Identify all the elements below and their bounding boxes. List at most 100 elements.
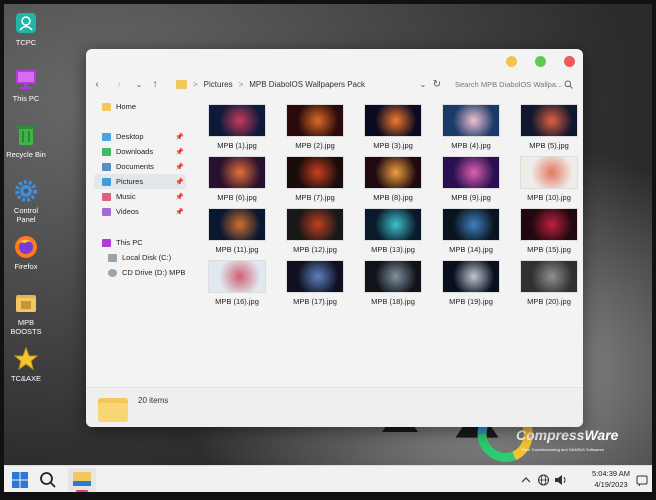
- desktop-icon-tcpc[interactable]: TCPC: [6, 10, 46, 47]
- image-thumbnail: [208, 260, 266, 293]
- image-thumbnail: [442, 260, 500, 293]
- file-item[interactable]: MPB (7).jpg: [276, 156, 354, 202]
- minimize-button[interactable]: [506, 56, 517, 67]
- title-bar[interactable]: [86, 49, 583, 73]
- image-thumbnail: [208, 104, 266, 137]
- maximize-button[interactable]: [535, 56, 546, 67]
- monitor-icon: [16, 70, 36, 89]
- breadcrumb-item-current[interactable]: MPB DiabolOS Wallpapers Pack: [249, 80, 365, 89]
- notification-icon[interactable]: [636, 470, 648, 490]
- history-dropdown-button[interactable]: ⌄: [132, 80, 146, 89]
- sidebar-item-local-disk[interactable]: Local Disk (C:): [94, 250, 186, 265]
- image-thumbnail: [442, 104, 500, 137]
- forward-button[interactable]: ›: [112, 79, 126, 90]
- file-item[interactable]: MPB (12).jpg: [276, 208, 354, 254]
- file-item[interactable]: MPB (8).jpg: [354, 156, 432, 202]
- show-hidden-icons-icon[interactable]: [520, 470, 532, 490]
- file-item[interactable]: MPB (11).jpg: [198, 208, 276, 254]
- file-name: MPB (16).jpg: [215, 297, 259, 306]
- image-thumbnail: [286, 156, 344, 189]
- pin-icon: 📌: [175, 163, 184, 171]
- refresh-button[interactable]: ↻: [430, 79, 444, 90]
- pictures-icon: [102, 177, 111, 186]
- sidebar-item-cd-drive[interactable]: CD Drive (D:) MPB: [94, 265, 186, 280]
- volume-icon[interactable]: [554, 470, 567, 490]
- sidebar-item-videos[interactable]: Videos 📌: [94, 204, 186, 219]
- system-clock[interactable]: 5:04:39 AM 4/19/2023: [584, 468, 638, 490]
- file-item[interactable]: MPB (9).jpg: [432, 156, 510, 202]
- file-item[interactable]: MPB (2).jpg: [276, 104, 354, 150]
- file-grid: MPB (1).jpg MPB (2).jpg MPB (3).jpg MPB (4)…: [198, 104, 578, 306]
- sidebar-item-label: Music: [116, 192, 136, 201]
- desktop-icon-label: MPB BOOSTS: [10, 318, 42, 336]
- breadcrumb-separator: >: [193, 79, 198, 89]
- image-thumbnail: [208, 156, 266, 189]
- sidebar-item-desktop[interactable]: Desktop 📌: [94, 129, 186, 144]
- file-name: MPB (5).jpg: [529, 141, 569, 150]
- search-input[interactable]: Search MPB DiabolOS Wallpa...: [455, 80, 562, 89]
- file-item[interactable]: MPB (18).jpg: [354, 260, 432, 306]
- file-name: MPB (6).jpg: [217, 193, 257, 202]
- breadcrumb-separator: >: [238, 79, 244, 89]
- desktop-icon-mpb-boosts[interactable]: MPB BOOSTS: [6, 290, 46, 336]
- sidebar-item-documents[interactable]: Documents 📌: [94, 159, 186, 174]
- search-icon[interactable]: [38, 470, 58, 490]
- desktop-icon-control-panel[interactable]: Control Panel: [6, 178, 46, 224]
- pin-icon: 📌: [175, 178, 184, 186]
- file-explorer-icon: [73, 472, 91, 486]
- sidebar-item-label: Videos: [116, 207, 139, 216]
- image-thumbnail: [520, 208, 578, 241]
- desktop-icon-recycle-bin[interactable]: Recycle Bin: [6, 122, 46, 159]
- file-item[interactable]: MPB (5).jpg: [510, 104, 583, 150]
- taskbar-file-explorer[interactable]: [68, 468, 96, 492]
- file-item[interactable]: MPB (6).jpg: [198, 156, 276, 202]
- desktop-icon-label: Control Panel: [13, 206, 39, 224]
- file-item[interactable]: MPB (4).jpg: [432, 104, 510, 150]
- documents-icon: [102, 162, 111, 171]
- file-item[interactable]: MPB (1).jpg: [198, 104, 276, 150]
- sidebar-item-pictures[interactable]: Pictures 📌: [94, 174, 186, 189]
- file-item[interactable]: MPB (3).jpg: [354, 104, 432, 150]
- image-thumbnail: [286, 260, 344, 293]
- file-name: MPB (9).jpg: [451, 193, 491, 202]
- breadcrumb[interactable]: > Pictures > MPB DiabolOS Wallpapers Pac…: [176, 79, 365, 89]
- up-button[interactable]: ↑: [148, 79, 162, 90]
- pin-icon: 📌: [175, 208, 184, 216]
- file-item[interactable]: MPB (20).jpg: [510, 260, 583, 306]
- desktop-icon-label: TC&AXE: [10, 374, 41, 383]
- image-thumbnail: [442, 208, 500, 241]
- file-item[interactable]: MPB (15).jpg: [510, 208, 583, 254]
- sidebar-item-home[interactable]: Home: [94, 99, 186, 114]
- file-item[interactable]: MPB (14).jpg: [432, 208, 510, 254]
- file-name: MPB (20).jpg: [527, 297, 571, 306]
- pin-icon: 📌: [175, 133, 184, 141]
- desktop-icon-firefox[interactable]: Firefox: [6, 234, 46, 271]
- sidebar-item-music[interactable]: Music 📌: [94, 189, 186, 204]
- file-name: MPB (4).jpg: [451, 141, 491, 150]
- breadcrumb-item-pictures[interactable]: Pictures: [204, 80, 233, 89]
- taskbar: 5:04:39 AM 4/19/2023: [4, 465, 652, 492]
- monitor-icon: [102, 238, 111, 247]
- folder-icon: [98, 398, 128, 422]
- file-name: MPB (14).jpg: [449, 245, 493, 254]
- search-box[interactable]: Search MPB DiabolOS Wallpa...: [455, 76, 573, 92]
- sidebar-item-label: Documents: [116, 162, 154, 171]
- file-item[interactable]: MPB (17).jpg: [276, 260, 354, 306]
- network-icon[interactable]: [537, 470, 550, 490]
- back-button[interactable]: ‹: [90, 79, 104, 90]
- sidebar-item-this-pc[interactable]: This PC: [94, 235, 186, 250]
- address-dropdown-button[interactable]: ⌄: [416, 80, 430, 89]
- sidebar-item-label: CD Drive (D:) MPB: [122, 268, 186, 277]
- close-button[interactable]: [564, 56, 575, 67]
- file-item[interactable]: MPB (19).jpg: [432, 260, 510, 306]
- image-thumbnail: [364, 208, 422, 241]
- file-name: MPB (1).jpg: [217, 141, 257, 150]
- start-button-icon[interactable]: [10, 470, 30, 490]
- desktop-icon-tc-axe[interactable]: TC&AXE: [6, 346, 46, 383]
- desktop-icon-label: This PC: [12, 94, 40, 103]
- file-item[interactable]: MPB (16).jpg: [198, 260, 276, 306]
- file-item[interactable]: MPB (10).jpg: [510, 156, 583, 202]
- desktop-icon-this-pc[interactable]: This PC: [6, 66, 46, 103]
- sidebar-item-downloads[interactable]: Downloads 📌: [94, 144, 186, 159]
- file-item[interactable]: MPB (13).jpg: [354, 208, 432, 254]
